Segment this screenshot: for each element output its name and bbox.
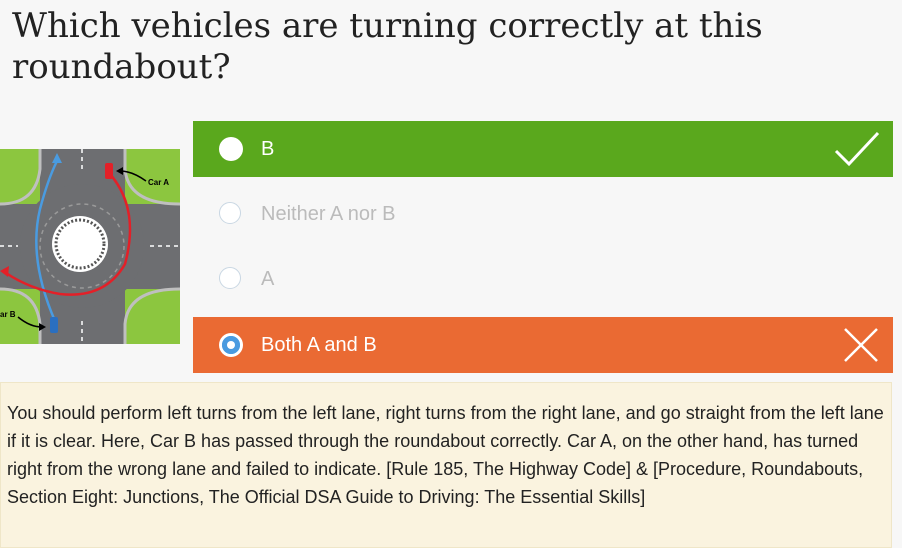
answer-option-both[interactable]: Both A and B [193, 317, 893, 373]
answer-label: A [261, 268, 275, 290]
explanation-panel: You should perform left turns from the l… [0, 382, 892, 548]
radio-button[interactable] [219, 267, 241, 289]
answer-label: Both A and B [261, 334, 377, 356]
answer-option-neither[interactable]: Neither A nor B [193, 186, 893, 242]
answer-option-b[interactable]: B [193, 121, 893, 177]
radio-button[interactable] [219, 137, 243, 161]
answer-label: B [261, 138, 275, 160]
checkmark-icon [834, 131, 880, 167]
roundabout-diagram: Car A ar B [0, 149, 180, 344]
answer-option-a[interactable]: A [193, 251, 893, 307]
question-title: Which vehicles are turning correctly at … [12, 6, 763, 87]
car-a-label: Car A [148, 178, 169, 187]
radio-button-selected[interactable] [219, 333, 243, 357]
cross-icon [844, 328, 878, 362]
explanation-text: You should perform left turns from the l… [7, 403, 884, 507]
car-b-label: ar B [0, 310, 16, 319]
radio-button[interactable] [219, 202, 241, 224]
answer-label: Neither A nor B [261, 203, 396, 225]
